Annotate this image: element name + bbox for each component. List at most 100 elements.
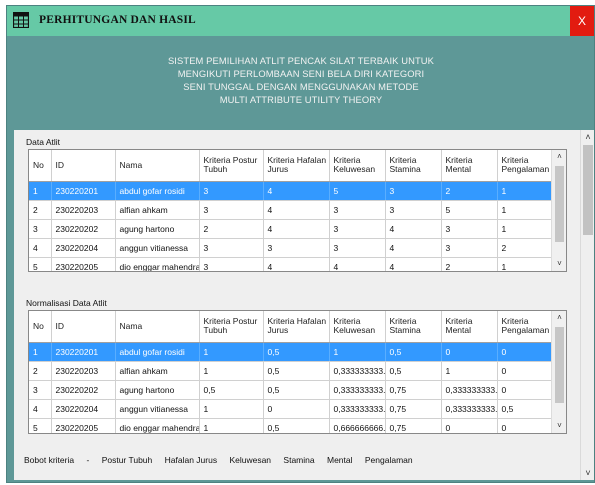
data-atlit-scrollbar[interactable]: ˄ ˅ (551, 150, 566, 271)
table-cell: 3 (385, 200, 442, 220)
table-cell: agung hartono (115, 380, 200, 400)
table-cell: agung hartono (115, 219, 200, 239)
table-cell: 0 (441, 418, 498, 433)
col-header-no[interactable]: No (29, 311, 52, 343)
table-cell: 1 (329, 342, 386, 362)
table-cell: 1 (29, 181, 52, 201)
data-atlit-grid[interactable]: No ID Nama Kriteria Postur Tubuh Kriteri… (28, 149, 567, 272)
col-header-hafalan-jurus[interactable]: Kriteria Hafalan Jurus (263, 311, 330, 343)
table-cell: 1 (497, 257, 552, 271)
content-panel: Data Atlit No ID Nama Kriteria Postur Tu… (14, 130, 580, 480)
table-cell: 4 (263, 257, 330, 271)
table-cell: 4 (29, 399, 52, 419)
col-header-mental[interactable]: Kriteria Mental (441, 150, 498, 182)
normalisasi-scrollbar[interactable]: ˄ ˅ (551, 311, 566, 433)
col-header-stamina[interactable]: Kriteria Stamina (385, 150, 442, 182)
col-header-postur-tubuh[interactable]: Kriteria Postur Tubuh (199, 311, 264, 343)
table-cell: 5 (29, 257, 52, 271)
bobot-item-keluwesan: Keluwesan (229, 455, 272, 465)
scroll-up-icon[interactable]: ˄ (552, 150, 566, 164)
col-header-nama[interactable]: Nama (115, 150, 200, 182)
table-cell: 0 (497, 342, 552, 362)
table-cell: 3 (199, 181, 264, 201)
scroll-down-icon[interactable]: ˅ (581, 466, 594, 480)
scroll-down-icon[interactable]: ˅ (552, 257, 566, 271)
table-cell: 230220202 (51, 219, 116, 239)
table-cell: 3 (199, 200, 264, 220)
table-row[interactable]: 1 230220201 abdul gofar rosidi 1 0,5 1 0… (29, 342, 552, 362)
table-cell: 1 (497, 181, 552, 201)
table-cell: 230220204 (51, 238, 116, 258)
table-row[interactable]: 2 230220203 alfian ahkam 1 0,5 0,3333333… (29, 361, 552, 381)
col-header-id[interactable]: ID (51, 150, 116, 182)
table-cell: 230220205 (51, 257, 116, 271)
table-cell: 3 (441, 238, 498, 258)
table-cell: 0,5 (199, 380, 264, 400)
col-header-hafalan-jurus[interactable]: Kriteria Hafalan Jurus (263, 150, 330, 182)
table-cell: 5 (29, 418, 52, 433)
table-cell: 1 (199, 361, 264, 381)
table-cell: 3 (329, 200, 386, 220)
title-bar: PERHITUNGAN DAN HASIL X (7, 6, 594, 36)
table-cell: 0,5 (263, 380, 330, 400)
bobot-item-postur-tubuh: Postur Tubuh (101, 455, 153, 465)
header-line-3: SENI TUNGGAL DENGAN MENGGUNAKAN METODE (183, 81, 419, 92)
main-scrollbar[interactable]: ˄ ˅ (580, 130, 594, 480)
col-header-mental[interactable]: Kriteria Mental (441, 311, 498, 343)
col-header-id[interactable]: ID (51, 311, 116, 343)
table-cell: 3 (263, 238, 330, 258)
table-cell: 0,75 (385, 399, 442, 419)
col-header-no[interactable]: No (29, 150, 52, 182)
scroll-thumb[interactable] (555, 327, 564, 403)
normalisasi-grid[interactable]: No ID Nama Kriteria Postur Tubuh Kriteri… (28, 310, 567, 434)
table-cell: 2 (497, 238, 552, 258)
table-row[interactable]: 5 230220205 dio enggar mahendra 1 0,5 0,… (29, 418, 552, 433)
col-header-pengalaman[interactable]: Kriteria Pengalaman (497, 311, 552, 343)
col-header-postur-tubuh[interactable]: Kriteria Postur Tubuh (199, 150, 264, 182)
table-cell: abdul gofar rosidi (115, 181, 200, 201)
table-row[interactable]: 2 230220203 alfian ahkam 3 4 3 3 5 1 (29, 200, 552, 220)
col-header-nama[interactable]: Nama (115, 311, 200, 343)
table-cell: 0,333333333... (329, 361, 386, 381)
scroll-up-icon[interactable]: ˄ (552, 311, 566, 325)
main-window: PERHITUNGAN DAN HASIL X SISTEM PEMILIHAN… (6, 5, 595, 483)
table-cell: 0,666666666... (329, 418, 386, 433)
col-header-keluwesan[interactable]: Kriteria Keluwesan (329, 150, 386, 182)
table-cell: 0,5 (497, 399, 552, 419)
table-cell: 0 (497, 380, 552, 400)
normalisasi-label: Normalisasi Data Atlit (26, 298, 107, 308)
table-row[interactable]: 4 230220204 anggun vitianessa 3 3 3 4 3 … (29, 238, 552, 258)
table-cell: 4 (385, 257, 442, 271)
table-cell: 0,5 (263, 418, 330, 433)
table-row[interactable]: 1 230220201 abdul gofar rosidi 3 4 5 3 2… (29, 181, 552, 201)
scroll-thumb[interactable] (555, 166, 564, 242)
table-row[interactable]: 3 230220202 agung hartono 0,5 0,5 0,3333… (29, 380, 552, 400)
bobot-separator: - (86, 455, 90, 465)
scroll-up-icon[interactable]: ˄ (581, 130, 594, 144)
table-cell: 2 (29, 200, 52, 220)
table-cell: 1 (199, 399, 264, 419)
table-cell: 230220204 (51, 399, 116, 419)
table-cell: 230220203 (51, 361, 116, 381)
table-cell: 2 (29, 361, 52, 381)
table-cell: 3 (29, 219, 52, 239)
col-header-stamina[interactable]: Kriteria Stamina (385, 311, 442, 343)
col-header-pengalaman[interactable]: Kriteria Pengalaman (497, 150, 552, 182)
close-button[interactable]: X (570, 6, 594, 36)
scroll-thumb[interactable] (583, 145, 593, 235)
table-row[interactable]: 5 230220205 dio enggar mahendra 3 4 4 4 … (29, 257, 552, 271)
scroll-down-icon[interactable]: ˅ (552, 419, 566, 433)
table-cell: anggun vitianessa (115, 238, 200, 258)
table-cell: 0,333333333... (441, 380, 498, 400)
table-row[interactable]: 4 230220204 anggun vitianessa 1 0 0,3333… (29, 399, 552, 419)
table-cell: 2 (199, 219, 264, 239)
col-header-keluwesan[interactable]: Kriteria Keluwesan (329, 311, 386, 343)
table-cell: 230220201 (51, 181, 116, 201)
table-cell: 2 (441, 257, 498, 271)
table-row[interactable]: 3 230220202 agung hartono 2 4 3 4 3 1 (29, 219, 552, 239)
table-cell: 230220203 (51, 200, 116, 220)
table-cell: dio enggar mahendra (115, 257, 200, 271)
table-cell: 0,5 (263, 342, 330, 362)
table-cell: 3 (385, 181, 442, 201)
table-cell: 0,333333333... (329, 380, 386, 400)
